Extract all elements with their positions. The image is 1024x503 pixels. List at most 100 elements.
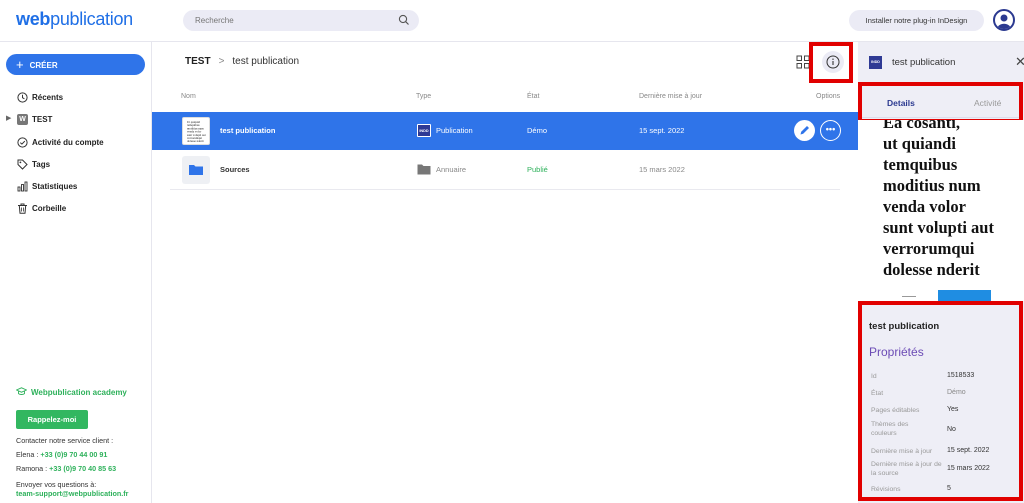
search-icon[interactable] (398, 14, 410, 28)
row-updated: 15 mars 2022 (639, 165, 685, 174)
call-me-button[interactable]: Rappelez-moi (16, 410, 88, 429)
contact-title: Contacter notre service client : (16, 436, 114, 445)
close-icon[interactable]: ✕ (1015, 54, 1024, 70)
main-content: TEST > test publication Nom Type État Dern… (152, 42, 858, 503)
info-button[interactable] (822, 51, 844, 73)
tag-icon (17, 159, 28, 170)
sidebar-item-recents[interactable]: Récents (0, 89, 150, 107)
create-label: CRÉER (29, 61, 58, 70)
column-options: Options (816, 93, 841, 100)
grid-view-icon[interactable] (796, 55, 810, 69)
questions-label: Envoyer vos questions à: (16, 480, 97, 489)
table-row[interactable]: Sources Annuaire Publié 15 mars 2022 (152, 151, 858, 189)
breadcrumb-current: test publication (232, 56, 300, 67)
edit-pencil-icon[interactable] (794, 120, 815, 141)
plus-icon: + (16, 57, 24, 72)
publication-preview: Ea cosanti, ut quiandi temquibus moditiu… (858, 120, 1024, 301)
property-key: Thèmes des couleurs (871, 421, 909, 437)
search-input[interactable] (195, 13, 385, 28)
chevron-right-icon[interactable]: ▶ (6, 114, 11, 122)
column-name[interactable]: Nom (181, 93, 196, 100)
sidebar-item-label: Statistiques (32, 182, 78, 191)
table-header: Nom Type État Dernière mise à jour Optio… (152, 93, 858, 105)
contact-elena: Elena : +33 (0)9 70 44 00 91 (16, 450, 107, 459)
academy-label: Webpublication academy (31, 388, 127, 397)
sidebar-item-label: Corbeille (32, 204, 67, 213)
row-state: Publié (527, 165, 548, 174)
tab-details[interactable]: Details (887, 98, 915, 108)
sidebar-item-label: Tags (32, 160, 51, 169)
contact-elena-phone[interactable]: +33 (0)9 70 44 00 91 (40, 450, 107, 459)
sidebar-item-label: TEST (32, 115, 53, 124)
property-value: Yes (947, 406, 959, 413)
preview-mark (902, 296, 916, 297)
tab-activity[interactable]: Activité (974, 98, 1001, 108)
property-value: 15 mars 2022 (947, 465, 990, 472)
row-state: Démo (527, 126, 548, 135)
row-type: Publication (436, 126, 473, 135)
properties-section: test publication Propriétés Id 1518533 É… (858, 302, 1024, 503)
folder-type-icon (417, 164, 431, 177)
support-email-link[interactable]: team-support@webpublication.fr (16, 489, 128, 498)
sidebar-item-tags[interactable]: Tags (0, 156, 150, 174)
webpublication-logo[interactable]: webpublication (16, 9, 133, 30)
property-value: Démo (947, 389, 966, 396)
panel-title: test publication (892, 57, 956, 68)
property-key: État (871, 390, 884, 397)
logo-rest: publication (50, 9, 133, 29)
publication-name: test publication (869, 321, 940, 332)
academy-link[interactable]: Webpublication academy (15, 387, 127, 397)
contact-ramona-phone[interactable]: +33 (0)9 70 40 85 63 (49, 464, 116, 473)
preview-text: Ea cosanti, ut quiandi temquibus moditiu… (883, 120, 994, 279)
row-name: Sources (220, 165, 250, 174)
row-divider (170, 189, 840, 190)
property-value: No (947, 426, 956, 433)
user-avatar-icon[interactable] (993, 9, 1015, 31)
graduation-cap-icon (15, 387, 28, 397)
breadcrumb: TEST > test publication (185, 56, 299, 67)
sidebar-item-test[interactable]: ▶ W TEST (0, 111, 150, 129)
property-key: Révisions (871, 486, 901, 493)
column-type[interactable]: Type (416, 93, 431, 100)
sidebar-item-label: Activité du compte (32, 138, 104, 147)
folder-thumbnail (182, 156, 210, 184)
workspace-badge-icon: W (17, 114, 28, 125)
row-updated: 15 sept. 2022 (639, 126, 685, 135)
property-value: 15 sept. 2022 (947, 447, 990, 454)
column-state[interactable]: État (527, 93, 539, 100)
preview-blue-block (938, 290, 991, 301)
create-button[interactable]: + CRÉER (6, 54, 145, 75)
more-options-icon[interactable]: ••• (820, 120, 841, 141)
sidebar-item-trash[interactable]: Corbeille (0, 200, 150, 218)
publication-thumbnail: Ut quiquid temquibus moditius num venda … (182, 117, 210, 145)
property-value: 1518533 (947, 372, 975, 379)
check-circle-icon (17, 137, 28, 148)
row-name: test publication (220, 126, 276, 135)
breadcrumb-root[interactable]: TEST (185, 56, 211, 67)
column-updated[interactable]: Dernière mise à jour (639, 93, 702, 100)
clock-icon (17, 92, 28, 103)
details-panel: INDD test publication ✕ Details Activité… (858, 42, 1024, 503)
table-row[interactable]: Ut quiquid temquibus moditius num venda … (152, 112, 858, 150)
sidebar-item-account-activity[interactable]: Activité du compte (0, 134, 150, 152)
support-email[interactable]: team-support@webpublication.fr (16, 489, 128, 498)
sidebar: + CRÉER Récents ▶ W TEST Activité du comp… (0, 42, 152, 503)
property-key: Dernière mise à jour (871, 448, 933, 455)
install-plugin-button[interactable]: Installer notre plug-in InDesign (849, 10, 984, 31)
bar-chart-icon (17, 181, 28, 192)
property-key: Dernière mise à jour de la source (871, 461, 942, 477)
indd-file-icon: INDD (417, 124, 431, 137)
property-key: Pages éditables (871, 407, 920, 414)
logo-bold: web (16, 9, 51, 29)
search-bar (183, 10, 419, 31)
tab-underline (861, 117, 1021, 118)
property-value: 5 (947, 485, 951, 492)
sidebar-item-statistics[interactable]: Statistiques (0, 178, 150, 196)
row-type: Annuaire (436, 165, 467, 174)
contact-ramona-label: Ramona : (16, 464, 50, 473)
contact-elena-label: Elena : (16, 450, 41, 459)
indd-file-icon: INDD (869, 56, 882, 69)
top-header: webpublication Installer notre plug-in I… (0, 0, 1024, 42)
thumb-text-line: dolesse nderit (187, 139, 204, 143)
property-key: Id (871, 373, 877, 380)
